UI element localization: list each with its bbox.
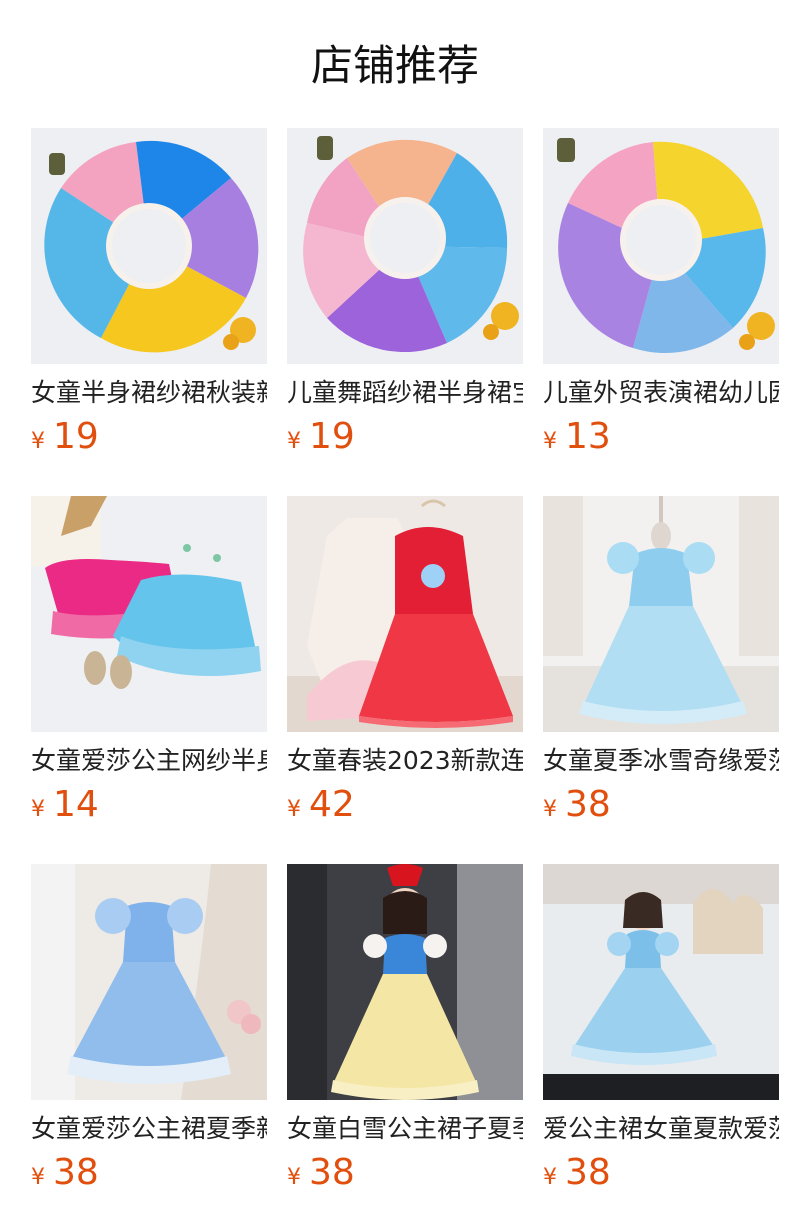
product-price: ¥13 bbox=[543, 417, 779, 463]
product-card[interactable]: 女童春装2023新款连衣裙 ¥42 bbox=[287, 496, 523, 864]
product-price: ¥42 bbox=[287, 785, 523, 831]
price-value: 19 bbox=[53, 416, 99, 457]
product-price: ¥19 bbox=[31, 417, 267, 463]
product-price: ¥14 bbox=[31, 785, 267, 831]
currency-symbol: ¥ bbox=[543, 429, 557, 454]
product-name[interactable]: 女童夏季冰雪奇缘爱莎公主 bbox=[543, 745, 779, 777]
product-price: ¥38 bbox=[543, 785, 779, 831]
product-name[interactable]: 儿童舞蹈纱裙半身裙宝宝 bbox=[287, 377, 523, 409]
product-card[interactable]: 女童半身裙纱裙秋装新款 ¥19 bbox=[31, 128, 267, 496]
product-name[interactable]: 女童爱莎公主网纱半身裙 bbox=[31, 745, 267, 777]
product-price: ¥38 bbox=[543, 1153, 779, 1199]
product-name[interactable]: 儿童外贸表演裙幼儿园半 bbox=[543, 377, 779, 409]
product-card[interactable]: 爱公主裙女童夏款爱莎公主 ¥38 bbox=[543, 864, 779, 1232]
section-title: 店铺推荐 bbox=[310, 41, 479, 90]
product-image[interactable] bbox=[543, 864, 779, 1100]
product-image[interactable] bbox=[31, 128, 267, 364]
currency-symbol: ¥ bbox=[287, 429, 301, 454]
tutu-skirt-image bbox=[31, 128, 267, 364]
price-value: 13 bbox=[565, 416, 611, 457]
currency-symbol: ¥ bbox=[31, 797, 45, 822]
dress-image bbox=[543, 864, 779, 1100]
currency-symbol: ¥ bbox=[287, 1165, 301, 1190]
currency-symbol: ¥ bbox=[287, 797, 301, 822]
tutu-skirt-image bbox=[543, 128, 779, 364]
dress-image bbox=[287, 864, 523, 1100]
price-value: 38 bbox=[565, 784, 611, 825]
currency-symbol: ¥ bbox=[31, 1165, 45, 1190]
dress-image bbox=[287, 496, 523, 732]
product-card[interactable]: 儿童舞蹈纱裙半身裙宝宝 ¥19 bbox=[287, 128, 523, 496]
product-name[interactable]: 女童半身裙纱裙秋装新款 bbox=[31, 377, 267, 409]
price-value: 19 bbox=[309, 416, 355, 457]
tutu-skirt-image bbox=[287, 128, 523, 364]
product-card[interactable]: 儿童外贸表演裙幼儿园半 ¥13 bbox=[543, 128, 779, 496]
product-image[interactable] bbox=[543, 496, 779, 732]
product-card[interactable]: 女童白雪公主裙子夏季新款 ¥38 bbox=[287, 864, 523, 1232]
product-card[interactable]: 女童爱莎公主网纱半身裙 ¥14 bbox=[31, 496, 267, 864]
dress-image bbox=[31, 864, 267, 1100]
product-name[interactable]: 女童白雪公主裙子夏季新款 bbox=[287, 1113, 523, 1145]
price-value: 42 bbox=[309, 784, 355, 825]
product-image[interactable] bbox=[31, 864, 267, 1100]
currency-symbol: ¥ bbox=[31, 429, 45, 454]
product-image[interactable] bbox=[287, 128, 523, 364]
price-value: 38 bbox=[53, 1152, 99, 1193]
price-value: 14 bbox=[53, 784, 99, 825]
product-name[interactable]: 女童爱莎公主裙夏季新款 bbox=[31, 1113, 267, 1145]
product-name[interactable]: 女童春装2023新款连衣裙 bbox=[287, 745, 523, 777]
skirts-image bbox=[31, 496, 267, 732]
product-name[interactable]: 爱公主裙女童夏款爱莎公主 bbox=[543, 1113, 779, 1145]
price-value: 38 bbox=[309, 1152, 355, 1193]
product-card[interactable]: 女童夏季冰雪奇缘爱莎公主 ¥38 bbox=[543, 496, 779, 864]
product-image[interactable] bbox=[287, 496, 523, 732]
currency-symbol: ¥ bbox=[543, 797, 557, 822]
product-image[interactable] bbox=[287, 864, 523, 1100]
product-image[interactable] bbox=[543, 128, 779, 364]
product-card[interactable]: 女童爱莎公主裙夏季新款 ¥38 bbox=[31, 864, 267, 1232]
product-price: ¥38 bbox=[287, 1153, 523, 1199]
price-value: 38 bbox=[565, 1152, 611, 1193]
product-image[interactable] bbox=[31, 496, 267, 732]
product-price: ¥19 bbox=[287, 417, 523, 463]
product-grid: 女童半身裙纱裙秋装新款 ¥19 儿童舞蹈纱裙半身裙宝宝 bbox=[31, 128, 790, 1232]
currency-symbol: ¥ bbox=[543, 1165, 557, 1190]
product-price: ¥38 bbox=[31, 1153, 267, 1199]
gown-image bbox=[543, 496, 779, 732]
